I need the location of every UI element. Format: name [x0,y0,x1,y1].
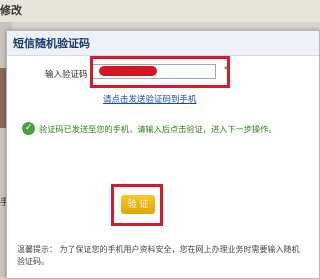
check-icon: ✓ [22,122,35,135]
sms-verification-dialog: 短信随机验证码 输入验证码 * 请点击发送验证码到手机 ✓ 验证码已发送至您的手… [6,30,320,279]
input-highlight-box [90,56,230,88]
button-highlight-box [111,184,163,226]
background-title: 修改 [0,4,22,17]
background-header [0,0,320,22]
send-code-link[interactable]: 请点击发送验证码到手机 [103,93,197,105]
verification-code-label: 输入验证码 [45,70,88,80]
dialog-header: 短信随机验证码 [7,31,319,56]
dialog-title: 短信随机验证码 [13,37,90,50]
notice-text: 温馨提示： 为了保证您的手机用户资料安全，您在网上办理业务时需要输入随机验证码。 [17,245,300,266]
success-message: 验证码已发送至您的手机，请输入后点击验证，进入下一步操作。 [39,124,277,134]
